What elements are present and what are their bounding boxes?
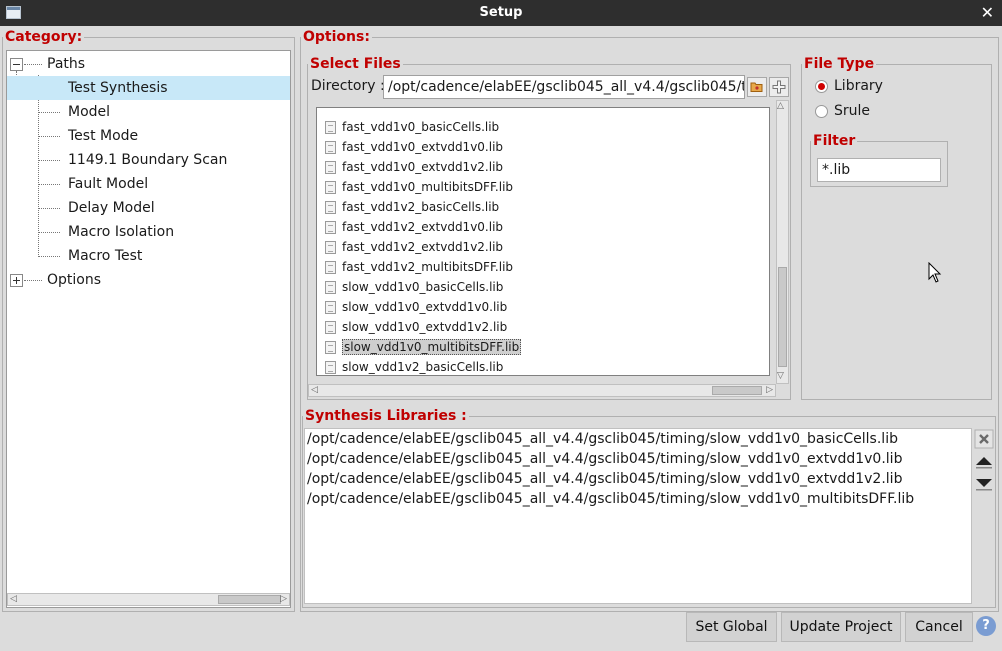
tree-item-label: Options — [47, 272, 102, 288]
options-legend: Options: — [303, 29, 370, 45]
srule-radio-label[interactable]: Srule — [834, 103, 870, 119]
expand-icon[interactable] — [10, 274, 23, 287]
arrow-up-icon — [976, 457, 992, 469]
delete-icon — [974, 429, 994, 449]
file-icon — [325, 141, 336, 154]
file-icon — [325, 201, 336, 214]
file-type-group: File Type — [801, 56, 992, 400]
file-icon — [325, 221, 336, 234]
tree-item-options[interactable]: Options — [7, 268, 290, 292]
category-horizontal-scrollbar[interactable]: ◁ ▷ — [7, 593, 290, 606]
scroll-right-icon[interactable]: ▷ — [766, 385, 773, 395]
tree-item-label: Model — [68, 104, 111, 120]
library-radio-label[interactable]: Library — [834, 78, 883, 94]
close-icon[interactable]: ✕ — [981, 3, 994, 22]
remove-library-button[interactable] — [974, 429, 994, 449]
folder-icon — [750, 82, 763, 92]
file-icon — [325, 321, 336, 334]
plus-icon — [772, 80, 786, 94]
set-global-button[interactable]: Set Global — [686, 612, 777, 642]
file-icon — [325, 281, 336, 294]
category-tree: Paths Test Synthesis Model Test Mode 114… — [6, 50, 291, 608]
window-title: Setup — [479, 5, 523, 20]
srule-radio[interactable] — [815, 105, 828, 118]
filter-input[interactable]: *.lib — [817, 158, 941, 182]
update-project-button[interactable]: Update Project — [781, 612, 901, 642]
tree-item-model[interactable]: Model — [7, 100, 290, 124]
tree-item-paths[interactable]: Paths — [7, 52, 290, 76]
list-item[interactable]: fast_vdd1v2_multibitsDFF.lib — [325, 257, 513, 277]
tree-item-label: Delay Model — [68, 200, 155, 216]
file-icon — [325, 181, 336, 194]
scrollbar-thumb[interactable] — [778, 267, 787, 367]
file-list-horizontal-scrollbar[interactable]: ◁ ▷ — [308, 384, 776, 397]
file-icon — [325, 241, 336, 254]
list-item[interactable]: fast_vdd1v2_extvdd1v0.lib — [325, 217, 503, 237]
tree-item-label: Paths — [47, 56, 86, 72]
list-item[interactable]: /opt/cadence/elabEE/gsclib045_all_v4.4/g… — [307, 429, 898, 449]
list-item-selected[interactable]: slow_vdd1v0_multibitsDFF.lib — [325, 337, 522, 357]
file-type-legend: File Type — [804, 56, 875, 72]
file-icon — [325, 121, 336, 134]
help-button[interactable]: ? — [976, 616, 996, 636]
scrollbar-thumb[interactable] — [218, 595, 281, 604]
scroll-left-icon[interactable]: ◁ — [10, 594, 17, 604]
list-item[interactable]: slow_vdd1v0_extvdd1v2.lib — [325, 317, 507, 337]
file-icon — [325, 301, 336, 314]
tree-item-label: Fault Model — [68, 176, 149, 192]
list-item[interactable]: fast_vdd1v0_multibitsDFF.lib — [325, 177, 513, 197]
list-item[interactable]: /opt/cadence/elabEE/gsclib045_all_v4.4/g… — [307, 489, 914, 509]
tree-item-label: Macro Test — [68, 248, 143, 264]
file-icon — [325, 261, 336, 274]
browse-folder-button[interactable] — [747, 77, 767, 97]
list-item[interactable]: fast_vdd1v2_basicCells.lib — [325, 197, 499, 217]
file-list[interactable]: fast_vdd1v0_basicCells.lib fast_vdd1v0_e… — [316, 107, 770, 376]
scroll-up-icon[interactable]: △ — [777, 101, 784, 111]
list-item[interactable]: fast_vdd1v0_extvdd1v2.lib — [325, 157, 503, 177]
list-item[interactable]: fast_vdd1v2_extvdd1v2.lib — [325, 237, 503, 257]
tree-item-test-mode[interactable]: Test Mode — [7, 124, 290, 148]
scrollbar-thumb[interactable] — [712, 386, 762, 395]
file-icon — [325, 341, 336, 354]
move-up-button[interactable] — [974, 452, 994, 472]
mouse-cursor-icon — [928, 262, 942, 283]
arrow-down-icon — [976, 479, 992, 491]
list-item[interactable]: fast_vdd1v0_basicCells.lib — [325, 117, 499, 137]
file-list-vertical-scrollbar[interactable]: △ ▽ — [776, 100, 789, 384]
tree-item-label: Test Mode — [68, 128, 139, 144]
move-down-button[interactable] — [974, 474, 994, 494]
synthesis-libraries-legend: Synthesis Libraries : — [305, 408, 467, 424]
tree-item-delay-model[interactable]: Delay Model — [7, 196, 290, 220]
tree-item-label: Macro Isolation — [68, 224, 175, 240]
file-icon — [325, 161, 336, 174]
list-item[interactable]: slow_vdd1v0_basicCells.lib — [325, 277, 503, 297]
tree-item-macro-test[interactable]: Macro Test — [7, 244, 290, 268]
tree-item-test-synthesis[interactable]: Test Synthesis — [7, 76, 290, 100]
cancel-button[interactable]: Cancel — [905, 612, 973, 642]
scroll-left-icon[interactable]: ◁ — [311, 385, 318, 395]
list-item[interactable]: fast_vdd1v0_extvdd1v0.lib — [325, 137, 503, 157]
select-files-legend: Select Files — [310, 56, 401, 72]
add-file-button[interactable] — [769, 77, 789, 97]
tree-item-fault-model[interactable]: Fault Model — [7, 172, 290, 196]
list-item[interactable]: slow_vdd1v0_extvdd1v0.lib — [325, 297, 507, 317]
filter-legend: Filter — [813, 133, 856, 149]
tree-item-label: Test Synthesis — [68, 80, 168, 96]
tree-item-macro-isolation[interactable]: Macro Isolation — [7, 220, 290, 244]
library-radio[interactable] — [815, 80, 828, 93]
tree-item-label: 1149.1 Boundary Scan — [68, 152, 228, 168]
category-legend: Category: — [5, 29, 83, 45]
directory-input[interactable]: /opt/cadence/elabEE/gsclib045_all_v4.4/g… — [383, 75, 745, 99]
list-item[interactable]: slow_vdd1v2_basicCells.lib — [325, 357, 503, 375]
tree-item-boundary-scan[interactable]: 1149.1 Boundary Scan — [7, 148, 290, 172]
file-icon — [325, 361, 336, 374]
directory-label: Directory : — [311, 78, 385, 94]
title-bar: Setup ✕ — [0, 0, 1002, 26]
list-item[interactable]: /opt/cadence/elabEE/gsclib045_all_v4.4/g… — [307, 449, 902, 469]
scroll-down-icon[interactable]: ▽ — [777, 371, 784, 381]
synthesis-libraries-list[interactable]: /opt/cadence/elabEE/gsclib045_all_v4.4/g… — [304, 428, 972, 604]
collapse-icon[interactable] — [10, 58, 23, 71]
list-item[interactable]: /opt/cadence/elabEE/gsclib045_all_v4.4/g… — [307, 469, 902, 489]
scroll-right-icon[interactable]: ▷ — [280, 594, 287, 604]
